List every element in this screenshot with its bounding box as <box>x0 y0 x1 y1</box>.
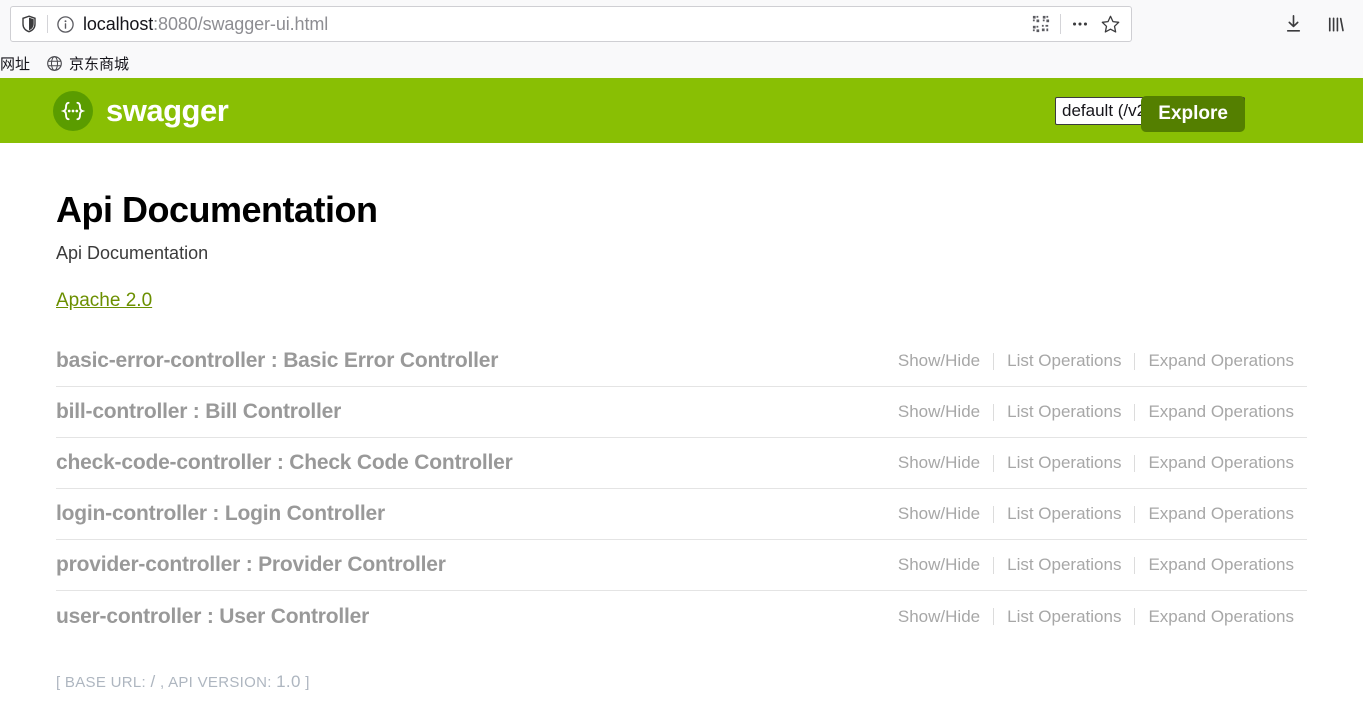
expand-operations-link[interactable]: Expand Operations <box>1135 555 1307 575</box>
list-operations-link[interactable]: List Operations <box>994 351 1134 371</box>
list-operations-link[interactable]: List Operations <box>994 607 1134 627</box>
address-bar-actions <box>1026 9 1125 39</box>
expand-operations-link[interactable]: Expand Operations <box>1135 607 1307 627</box>
explore-button[interactable]: Explore <box>1141 96 1245 132</box>
resource-actions: Show/Hide List Operations Expand Operati… <box>885 351 1307 371</box>
main-content: Api Documentation Api Documentation Apac… <box>0 143 1363 692</box>
resource-actions: Show/Hide List Operations Expand Operati… <box>885 504 1307 524</box>
address-bar[interactable]: localhost:8080/swagger-ui.html <box>10 6 1132 42</box>
resource-actions: Show/Hide List Operations Expand Operati… <box>885 555 1307 575</box>
show-hide-link[interactable]: Show/Hide <box>885 607 993 627</box>
url-text[interactable]: localhost:8080/swagger-ui.html <box>83 14 1026 35</box>
bookmark-label: 网址 <box>0 55 31 73</box>
resource-name[interactable]: user-controller : User Controller <box>56 605 369 629</box>
bookmarks-bar: 网址 京东商城 <box>0 48 1363 78</box>
footer-middle: , API VERSION: <box>159 674 272 692</box>
swagger-logo-text: swagger <box>106 93 229 128</box>
page-subtitle: Api Documentation <box>56 242 209 263</box>
browser-chrome: localhost:8080/swagger-ui.html 网址 京东商城 <box>0 0 1363 78</box>
url-bar-row: localhost:8080/swagger-ui.html <box>0 0 1363 48</box>
resource-row: provider-controller : Provider Controlle… <box>56 540 1307 592</box>
show-hide-link[interactable]: Show/Hide <box>885 504 993 524</box>
list-operations-link[interactable]: List Operations <box>994 504 1134 524</box>
expand-operations-link[interactable]: Expand Operations <box>1135 351 1307 371</box>
bookmark-label: 京东商城 <box>69 55 130 73</box>
resource-row: login-controller : Login Controller Show… <box>56 489 1307 541</box>
footer-api-version: 1.0 <box>276 672 301 692</box>
resource-row: check-code-controller : Check Code Contr… <box>56 438 1307 490</box>
star-icon[interactable] <box>1095 9 1125 39</box>
show-hide-link[interactable]: Show/Hide <box>885 453 993 473</box>
library-icon[interactable] <box>1319 8 1351 40</box>
resource-row: user-controller : User Controller Show/H… <box>56 591 1307 642</box>
resource-row: basic-error-controller : Basic Error Con… <box>56 336 1307 388</box>
bookmark-item-0[interactable]: 网址 <box>0 51 38 76</box>
show-hide-link[interactable]: Show/Hide <box>885 351 993 371</box>
url-path: :8080/swagger-ui.html <box>153 13 329 34</box>
license-link[interactable]: Apache 2.0 <box>56 290 152 312</box>
list-operations-link[interactable]: List Operations <box>994 453 1134 473</box>
globe-icon <box>46 55 63 72</box>
info-circle-icon[interactable] <box>56 15 75 34</box>
resource-actions: Show/Hide List Operations Expand Operati… <box>885 607 1307 627</box>
browser-toolbar-right <box>1277 8 1351 40</box>
page-title: Api Documentation <box>56 189 378 230</box>
three-dots-icon[interactable] <box>1065 9 1095 39</box>
resource-name[interactable]: check-code-controller : Check Code Contr… <box>56 451 513 475</box>
url-host: localhost <box>83 13 154 34</box>
resource-name[interactable]: login-controller : Login Controller <box>56 502 385 526</box>
resource-actions: Show/Hide List Operations Expand Operati… <box>885 402 1307 422</box>
footer-prefix: [ BASE URL: <box>56 674 146 692</box>
footer-base-url-info: [ BASE URL: / , API VERSION: 1.0 ] <box>56 672 1307 692</box>
list-operations-link[interactable]: List Operations <box>994 555 1134 575</box>
resource-name[interactable]: basic-error-controller : Basic Error Con… <box>56 349 498 373</box>
action-divider <box>1060 14 1061 34</box>
show-hide-link[interactable]: Show/Hide <box>885 555 993 575</box>
swagger-logo[interactable]: swagger <box>52 90 229 132</box>
qr-code-icon[interactable] <box>1026 9 1056 39</box>
bookmark-item-1[interactable]: 京东商城 <box>38 51 137 76</box>
footer-base-url: / <box>150 672 156 692</box>
shield-icon[interactable] <box>19 14 39 34</box>
resource-list: basic-error-controller : Basic Error Con… <box>56 336 1307 642</box>
footer-suffix: ] <box>305 674 310 692</box>
resource-actions: Show/Hide List Operations Expand Operati… <box>885 453 1307 473</box>
download-arrow-icon[interactable] <box>1277 8 1309 40</box>
resource-name[interactable]: bill-controller : Bill Controller <box>56 400 341 424</box>
swagger-header: swagger default (/v2/api-docs) Explore <box>0 78 1363 143</box>
swagger-braces-logo-icon <box>52 90 94 132</box>
expand-operations-link[interactable]: Expand Operations <box>1135 453 1307 473</box>
resource-name[interactable]: provider-controller : Provider Controlle… <box>56 553 446 577</box>
list-operations-link[interactable]: List Operations <box>994 402 1134 422</box>
resource-row: bill-controller : Bill Controller Show/H… <box>56 387 1307 439</box>
expand-operations-link[interactable]: Expand Operations <box>1135 402 1307 422</box>
url-divider <box>47 15 48 33</box>
show-hide-link[interactable]: Show/Hide <box>885 402 993 422</box>
expand-operations-link[interactable]: Expand Operations <box>1135 504 1307 524</box>
